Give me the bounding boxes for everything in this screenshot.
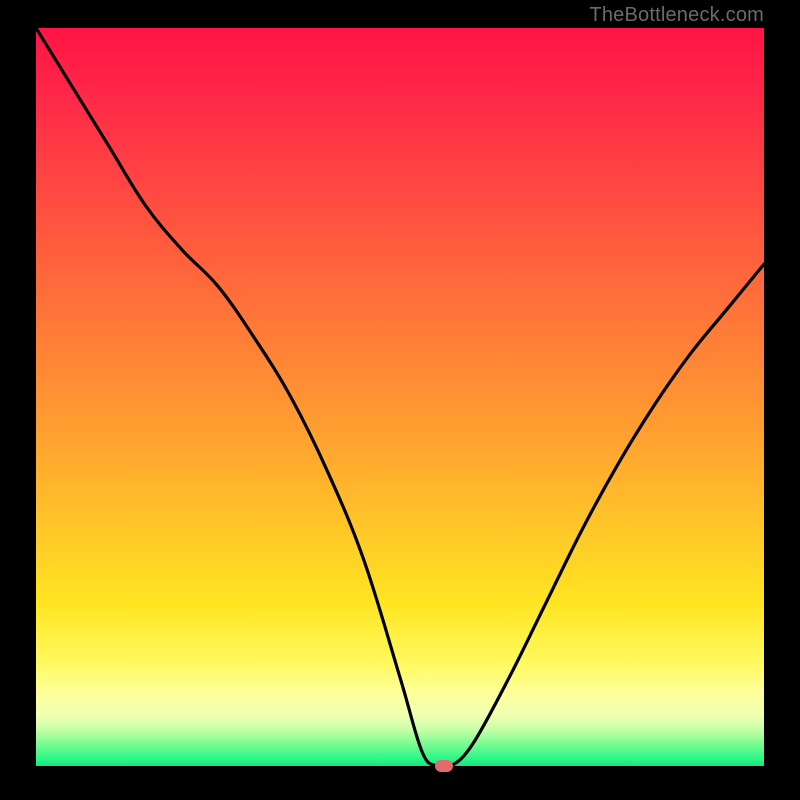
curve-path: [36, 28, 764, 769]
minimum-marker: [435, 760, 453, 772]
plot-area: [36, 28, 764, 766]
attribution-text: TheBottleneck.com: [589, 4, 764, 27]
chart-frame: TheBottleneck.com: [0, 0, 800, 800]
bottleneck-curve: [36, 28, 764, 766]
